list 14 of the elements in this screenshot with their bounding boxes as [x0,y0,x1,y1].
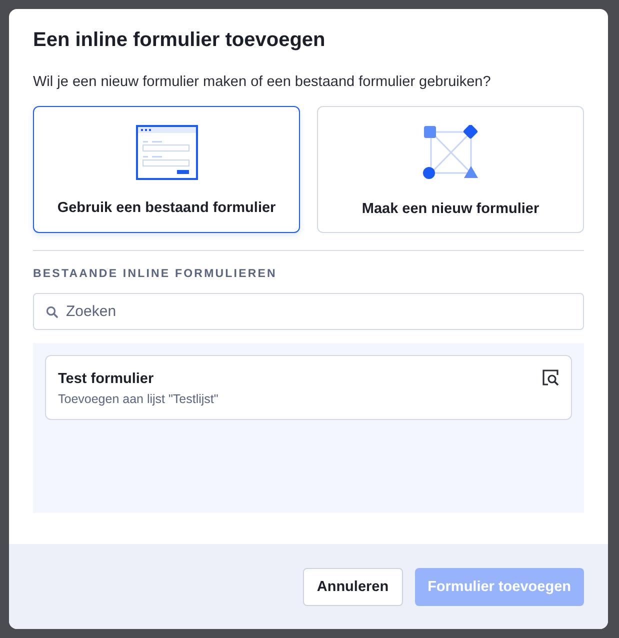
form-subtitle: Toevoegen aan lijst "Testlijst" [58,392,218,406]
form-item[interactable]: Test formulier Toevoegen aan lijst "Testlijst" [45,355,572,420]
dialog-question: Wil je een nieuw formulier maken of een bestaand formulier gebruiken? [33,74,492,90]
option-card[interactable]: Maak een nieuw formulier [317,106,584,233]
preview-icon[interactable] [542,369,559,386]
option-card[interactable]: Gebruik een bestaand formulier [33,106,300,233]
section-heading: BESTAANDE INLINE FORMULIEREN [33,268,278,280]
cancel-button[interactable]: Annuleren [302,568,403,606]
search-icon [46,306,58,318]
connected-shapes-icon [422,125,478,181]
form-title: Test formulier [58,371,155,387]
dialog-title: Een inline formulier toevoegen [33,29,326,52]
search-field[interactable]: Zoeken [33,293,584,330]
form-window-icon [136,125,198,180]
